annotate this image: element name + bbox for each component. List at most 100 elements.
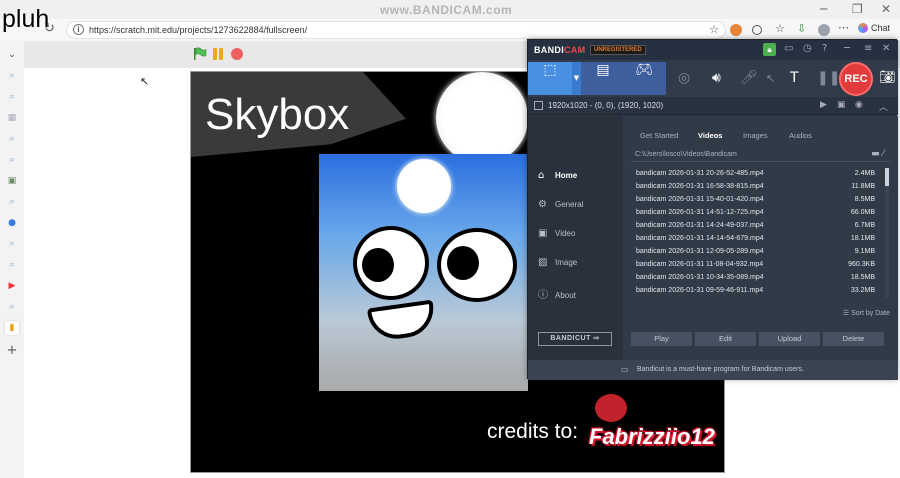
sort-by-date[interactable]: ☰ Sort by Date — [843, 309, 890, 317]
close-icon[interactable]: ✕ — [882, 43, 890, 54]
play-button[interactable]: Play — [631, 332, 692, 346]
stop-icon[interactable] — [231, 48, 243, 60]
text-overlay-icon[interactable]: T — [790, 70, 799, 86]
search-icon[interactable]: ⌕ — [5, 300, 19, 314]
file-row[interactable]: bandicam 2026-01-31 12-09-05-289.mp4 9.1M… — [631, 246, 881, 259]
skybox-character — [319, 154, 528, 391]
video-icon[interactable]: ▶ — [820, 100, 827, 110]
moon-sprite — [436, 72, 528, 164]
file-row[interactable]: bandicam 2026-01-31 20-26-52-485.mp4 2.4M… — [631, 168, 881, 181]
green-flag-icon[interactable] — [193, 47, 207, 61]
more-menu-icon[interactable]: ⋯ — [838, 21, 850, 34]
webcam-icon[interactable]: ◎ — [678, 70, 690, 86]
search-icon[interactable]: ⌕ — [5, 69, 19, 83]
scratch-icon[interactable]: ▮ — [5, 321, 19, 335]
nav-home[interactable]: ⌂ Home — [538, 170, 577, 181]
search-icon[interactable]: ⌕ — [5, 195, 19, 209]
mode-dropdown-icon[interactable]: ▼ — [572, 62, 581, 95]
tab-videos[interactable]: Videos — [698, 131, 722, 140]
minimize-icon[interactable]: ─ — [844, 43, 850, 54]
bandicut-button[interactable]: BANDICUT ⇨ — [538, 332, 612, 346]
small-moon-sprite — [397, 159, 451, 213]
address-bar[interactable]: i https://scratch.mit.edu/projects/12736… — [66, 21, 726, 39]
favorites-icon[interactable]: ☆ — [775, 22, 787, 35]
collapse-icon[interactable]: ︿ — [879, 100, 888, 113]
extension-icon[interactable] — [730, 24, 742, 36]
image-icon[interactable]: ▣ — [837, 100, 846, 110]
file-row[interactable]: bandicam 2026-01-31 10-34-35-089.mp4 18.5… — [631, 272, 881, 285]
tab-audios[interactable]: Audios — [789, 131, 812, 140]
file-row[interactable]: bandicam 2026-01-31 16-58-38-815.mp4 11.8… — [631, 181, 881, 194]
tab-get-started[interactable]: Get Started — [640, 131, 678, 140]
file-row[interactable]: bandicam 2026-01-31 14-14-54-679.mp4 18.1… — [631, 233, 881, 246]
path-text: C:\Users\losco\Videos\Bandicam — [635, 151, 737, 158]
creator-signature: Fabrizziio12 — [583, 390, 715, 472]
microphone-icon[interactable]: 🎤︎ — [740, 70, 758, 86]
lock-icon[interactable]: 🔒︎ — [763, 43, 776, 56]
delete-button[interactable]: Delete — [823, 332, 884, 346]
bandicam-title-bar: BANDICAM UNREGISTERED 🔒︎ ▭ ◷ ? ─ ≡ ✕ — [528, 40, 898, 60]
resolution-text: 1920x1020 - (0, 0), (1920, 1020) — [548, 101, 664, 110]
file-list-scrollbar[interactable] — [885, 168, 889, 298]
home-icon: ⌂ — [538, 170, 545, 181]
pause-icon[interactable] — [212, 48, 224, 60]
nav-general[interactable]: ⚙ General — [538, 199, 583, 210]
search-icon[interactable]: ⌕ — [5, 132, 19, 146]
nav-image[interactable]: ▨ Image — [538, 257, 577, 268]
scrollbar-thumb[interactable] — [885, 168, 889, 186]
upload-button[interactable]: Upload — [759, 332, 820, 346]
help-icon[interactable]: ? — [822, 43, 827, 54]
edge-icon[interactable]: ● — [5, 216, 19, 230]
screen-mode-button[interactable]: ⬚ — [528, 62, 572, 95]
video-icon: ▣ — [538, 228, 548, 239]
minimize-button[interactable]: ─ — [820, 2, 827, 16]
file-row[interactable]: bandicam 2026-01-31 11-08-04-932.mp4 960.… — [631, 259, 881, 272]
chevron-down-icon[interactable]: ⌄ — [5, 48, 19, 62]
stage-title: Skybox — [205, 90, 350, 139]
file-row[interactable]: bandicam 2026-01-31 15-40-01-420.mp4 8.5M… — [631, 194, 881, 207]
file-row[interactable]: bandicam 2026-01-31 14-51-12-725.mp4 66.0… — [631, 207, 881, 220]
hdmi-mode-button[interactable]: ▤ — [581, 62, 625, 95]
nav-video[interactable]: ▣ Video — [538, 228, 575, 239]
footer-text[interactable]: Bandicut is a must-have program for Band… — [637, 366, 804, 373]
file-row[interactable]: bandicam 2026-01-31 09-59-46-911.mp4 33.2… — [631, 285, 881, 298]
screenshot-camera-icon[interactable]: 📷︎ — [879, 70, 896, 85]
search-icon[interactable]: ⌕ — [5, 153, 19, 167]
clock-icon[interactable]: ◷ — [803, 43, 812, 54]
youtube-icon[interactable]: ▶ — [5, 279, 19, 293]
unregistered-badge: UNREGISTERED — [590, 45, 646, 55]
photos-icon[interactable]: ▣ — [5, 174, 19, 188]
bandicam-nav: ⌂ Home ⚙ General ▣ Video ▨ Image ⓘ About BAND… — [528, 116, 623, 360]
search-icon[interactable]: ⌕ — [5, 237, 19, 251]
edit-button[interactable]: Edit — [695, 332, 756, 346]
search-icon[interactable]: ⌕ — [5, 258, 19, 272]
site-info-icon[interactable]: i — [73, 24, 84, 35]
pause-icon[interactable]: ❚❚ — [817, 70, 840, 86]
tab-images[interactable]: Images — [743, 131, 768, 140]
speaker-icon[interactable]: 🔊︎ — [712, 70, 721, 86]
file-row[interactable]: bandicam 2026-01-31 14-24-49-037.mp4 6.7M… — [631, 220, 881, 233]
maximize-button[interactable]: ❐ — [852, 2, 863, 16]
image-icon[interactable]: ▦ — [5, 111, 19, 125]
menu-icon[interactable]: ≡ — [864, 43, 872, 54]
close-button[interactable]: ✕ — [881, 2, 891, 16]
game-mode-button[interactable]: 🎮︎ — [622, 62, 666, 95]
folder-icon[interactable]: ▭ — [784, 43, 793, 54]
cursor-icon[interactable]: ↖ — [766, 72, 775, 85]
profile-avatar[interactable] — [818, 24, 830, 36]
copilot-chat-button[interactable]: Chat — [858, 23, 890, 33]
favorite-star-icon[interactable]: ☆ — [709, 23, 719, 36]
add-icon[interactable]: + — [5, 344, 19, 358]
signature-avatar — [595, 394, 627, 422]
record-button[interactable]: REC — [839, 62, 873, 96]
extensions-puzzle-icon[interactable] — [752, 25, 762, 35]
browser-sidebar: ⌄ ⌕ ⌕ ▦ ⌕ ⌕ ▣ ⌕ ● ⌕ ⌕ ▶ ⌕ ▮ + — [0, 41, 24, 478]
search-icon[interactable]: ⌕ — [5, 90, 19, 104]
open-folder-icon[interactable]: ▬ ⁄ — [871, 149, 884, 159]
broadcast-icon[interactable]: ◉ — [855, 100, 863, 110]
downloads-icon[interactable]: ⇩ — [797, 22, 809, 35]
sort-icon: ☰ — [842, 310, 852, 317]
nav-about[interactable]: ⓘ About — [538, 286, 576, 301]
output-folder-path[interactable]: C:\Users\losco\Videos\Bandicam ▬ ⁄ — [631, 148, 890, 162]
url-text[interactable]: https://scratch.mit.edu/projects/1273622… — [89, 25, 307, 35]
